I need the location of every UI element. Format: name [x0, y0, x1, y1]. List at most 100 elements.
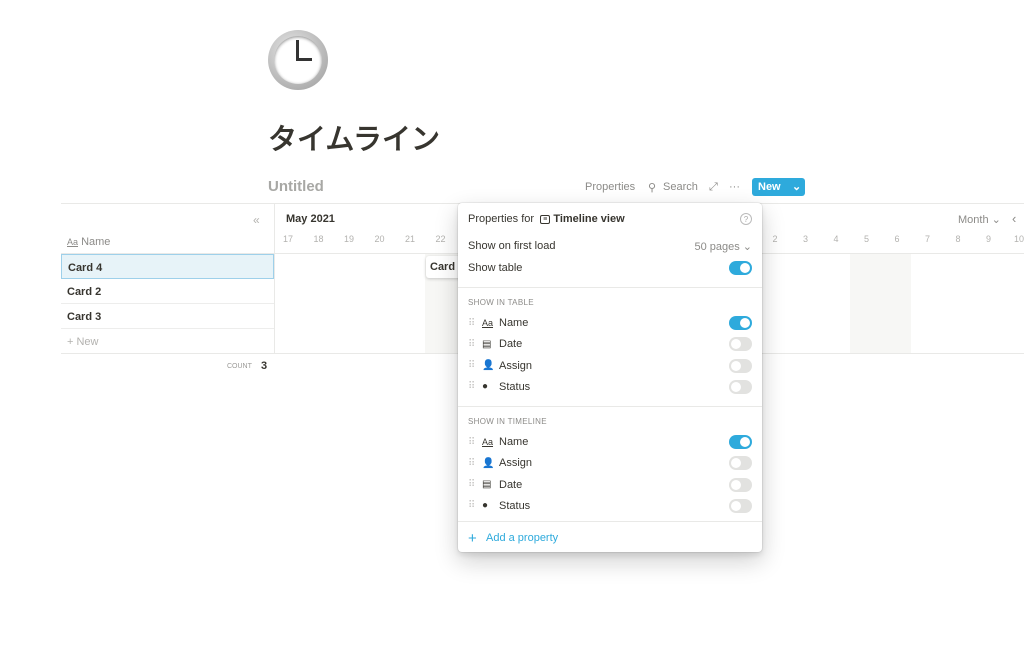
- first-load-value: 50 pages: [694, 240, 740, 253]
- timeline-section-label: SHOW IN TIMELINE: [468, 417, 547, 426]
- day-label: 19: [343, 234, 354, 244]
- properties-button[interactable]: Properties: [585, 181, 635, 193]
- add-property-button[interactable]: + Add a property: [468, 528, 752, 548]
- drag-handle-icon[interactable]: ⠿: [468, 318, 482, 329]
- property-toggle[interactable]: [729, 477, 752, 492]
- count-label: COUNT: [227, 363, 252, 370]
- status-icon: ●: [482, 381, 489, 393]
- day-label: 20: [374, 234, 385, 244]
- count-value: 3: [261, 360, 268, 372]
- plus-icon: +: [468, 529, 477, 547]
- name-header[interactable]: Aa Name: [67, 236, 110, 248]
- property-toggle[interactable]: [729, 435, 752, 449]
- day-label: 5: [863, 234, 869, 244]
- clock-hand: [296, 58, 312, 61]
- property-toggle[interactable]: [729, 498, 752, 513]
- property-row[interactable]: ⠿ ▤ Date: [468, 475, 752, 495]
- day-label: 17: [282, 234, 293, 244]
- show-table-row: Show table: [468, 258, 752, 278]
- table-row[interactable]: Card 2: [61, 279, 274, 304]
- property-name: Status: [499, 499, 531, 512]
- day-label: 7: [924, 234, 930, 244]
- search-icon[interactable]: ⚲: [648, 181, 656, 194]
- property-toggle[interactable]: [729, 379, 752, 394]
- drag-handle-icon[interactable]: ⠿: [468, 339, 482, 350]
- status-icon: ●: [482, 500, 489, 512]
- property-name: Assign: [499, 359, 533, 372]
- property-toggle[interactable]: [729, 337, 752, 352]
- property-name: Date: [499, 338, 523, 351]
- table-row[interactable]: Card 3: [61, 304, 274, 329]
- property-toggle[interactable]: [729, 358, 752, 373]
- timeline-card[interactable]: Card: [426, 256, 462, 278]
- popup-view-name: Timeline view: [553, 213, 625, 225]
- day-label: 6: [894, 234, 900, 244]
- calendar-icon: ▤: [482, 338, 492, 350]
- property-row[interactable]: ⠿ Aa Name: [468, 432, 752, 452]
- expand-icon[interactable]: ⤢: [709, 181, 718, 194]
- drag-handle-icon[interactable]: ⠿: [468, 437, 482, 448]
- show-table-toggle[interactable]: [729, 261, 752, 275]
- property-name: Status: [499, 380, 531, 393]
- scale-label: Month: [958, 214, 989, 226]
- first-load-select[interactable]: 50 pages ⌄: [694, 240, 752, 253]
- person-icon: 👤: [482, 457, 495, 469]
- person-icon: 👤: [482, 360, 495, 372]
- text-icon: Aa: [482, 318, 494, 328]
- day-label: 18: [313, 234, 324, 244]
- drag-handle-icon[interactable]: ⠿: [468, 500, 482, 511]
- text-icon: Aa: [482, 437, 494, 447]
- day-label: 3: [802, 234, 808, 244]
- search-button[interactable]: Search: [663, 181, 698, 193]
- month-label: May 2021: [286, 213, 335, 225]
- add-property-label: Add a property: [486, 532, 559, 544]
- day-label: 2: [772, 234, 778, 244]
- day-label: 21: [404, 234, 415, 244]
- text-icon: Aa: [67, 237, 79, 247]
- table-row[interactable]: Card 4: [61, 254, 274, 279]
- popup-title-prefix: Properties for: [468, 213, 535, 225]
- new-button[interactable]: New ⌄: [752, 178, 805, 196]
- more-icon[interactable]: ···: [729, 181, 740, 193]
- property-row[interactable]: ⠿ ● Status: [468, 377, 752, 397]
- new-row-label: New: [76, 336, 99, 348]
- collapse-icon[interactable]: «: [253, 213, 260, 227]
- day-label: 9: [985, 234, 991, 244]
- show-table-label: Show table: [468, 262, 523, 274]
- drag-handle-icon[interactable]: ⠿: [468, 479, 482, 490]
- property-name: Assign: [499, 457, 533, 470]
- property-row[interactable]: ⠿ ● Status: [468, 496, 752, 516]
- day-label: 22: [435, 234, 446, 244]
- property-row[interactable]: ⠿ 👤 Assign: [468, 453, 752, 473]
- table-section-label: SHOW IN TABLE: [468, 298, 534, 307]
- new-label: New: [758, 181, 781, 193]
- first-load-label: Show on first load: [468, 240, 556, 252]
- property-name: Name: [499, 317, 529, 329]
- timeline-view-icon: ≡: [540, 214, 551, 224]
- prev-icon[interactable]: ‹: [1012, 211, 1016, 226]
- drag-handle-icon[interactable]: ⠿: [468, 381, 482, 392]
- drag-handle-icon[interactable]: ⠿: [468, 458, 482, 469]
- popup-header: Properties for ≡ Timeline view?: [468, 209, 752, 229]
- calendar-icon: ▤: [482, 479, 492, 491]
- property-toggle[interactable]: [729, 456, 752, 471]
- day-label: 10: [1013, 234, 1024, 244]
- day-label: 8: [955, 234, 961, 244]
- drag-handle-icon[interactable]: ⠿: [468, 360, 482, 371]
- first-load-row: Show on first load 50 pages ⌄: [468, 236, 752, 256]
- property-name: Name: [499, 436, 529, 448]
- name-header-label: Name: [81, 236, 111, 248]
- view-title[interactable]: Untitled: [268, 178, 324, 195]
- property-toggle[interactable]: [729, 316, 752, 330]
- property-name: Date: [499, 478, 523, 491]
- property-row[interactable]: ⠿ ▤ Date: [468, 334, 752, 354]
- properties-popup: Properties for ≡ Timeline view? Show on …: [458, 203, 762, 552]
- page-title[interactable]: タイムライン: [268, 116, 440, 158]
- property-row[interactable]: ⠿ 👤 Assign: [468, 356, 752, 376]
- chevron-down-icon[interactable]: ⌄: [792, 180, 801, 193]
- add-row-button[interactable]: + New: [67, 336, 99, 348]
- scale-select[interactable]: Month ⌄: [958, 213, 1001, 226]
- help-icon[interactable]: ?: [740, 213, 752, 225]
- property-row[interactable]: ⠿ Aa Name: [468, 313, 752, 333]
- day-label: 4: [833, 234, 839, 244]
